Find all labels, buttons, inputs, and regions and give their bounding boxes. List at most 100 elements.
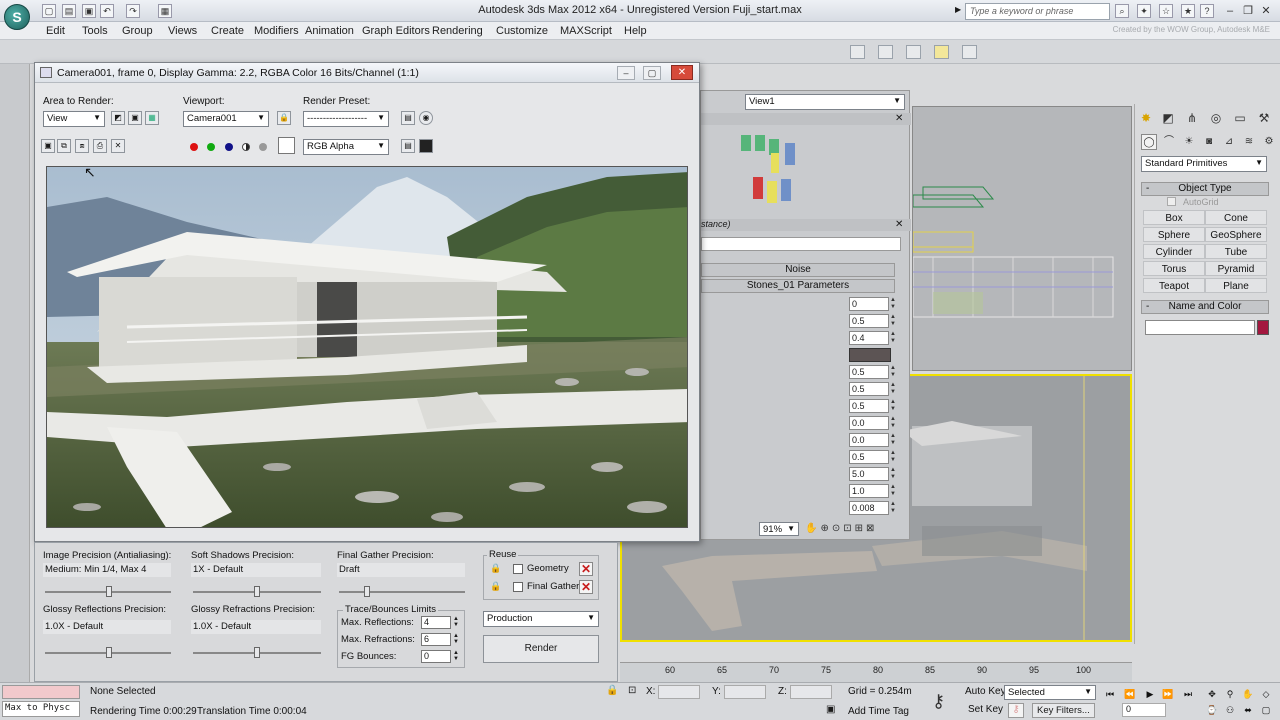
spinner-icon[interactable]: ▲ ▼ [889,433,897,447]
minimize-icon[interactable]: – [617,66,635,80]
menu-rendering[interactable]: Rendering [432,25,483,37]
render-button[interactable]: Render [483,635,599,663]
render-window-titlebar[interactable]: Camera001, frame 0, Display Gamma: 2.2, … [35,63,699,83]
final-gather-slider[interactable] [339,591,465,593]
param-field[interactable]: 0 [849,297,889,311]
shapes-icon[interactable]: ⌒ [1161,134,1177,150]
menu-animation[interactable]: Animation [305,25,354,37]
play-icon[interactable]: ▶ [1142,687,1158,701]
viewport-front[interactable] [912,106,1132,371]
z-coordinate-field[interactable] [790,685,832,699]
time-tag-icon[interactable]: ▣ [826,704,835,715]
key-set-dropdown[interactable]: Selected ▼ [1004,685,1096,700]
param-field[interactable]: 0.4 [849,331,889,345]
utilities-tab-icon[interactable]: ⚒ [1255,108,1273,126]
render-preset-dropdown[interactable]: ------------------- ▼ [303,111,389,127]
spinner-icon[interactable]: ▲ ▼ [889,314,897,328]
navigation-icons[interactable]: ✋⊕⊙⊡⊞⊠ [805,523,877,534]
spinner-icon[interactable]: ▲ ▼ [453,633,459,645]
open-file-icon[interactable]: ▤ [62,4,76,18]
project-folder-icon[interactable]: ▦ [158,4,172,18]
set-key-button[interactable]: Set Key [968,704,1003,715]
key-mode-icon[interactable]: ⚷ [1008,703,1024,718]
pan-icon[interactable]: ✋ [1240,687,1256,701]
maxscript-mini-listener[interactable]: Max to Physc [2,701,80,717]
lock-selection-icon[interactable]: 🔒 [606,685,618,696]
torus-button[interactable]: Torus [1143,261,1205,276]
params-rollout[interactable]: Stones_01 Parameters [701,279,895,293]
menu-customize[interactable]: Customize [496,25,548,37]
lock-icon[interactable]: 🔒 [490,563,501,574]
noise-rollout[interactable]: Noise [701,263,895,277]
param-field[interactable]: 0.5 [849,450,889,464]
mono-icon[interactable] [259,143,267,151]
clear-final-gather-icon[interactable]: ✕ [579,580,593,594]
copy-image-icon[interactable]: ⧉ [57,139,71,153]
param-field[interactable]: 0.0 [849,416,889,430]
modify-tab-icon[interactable]: ◩ [1159,108,1177,126]
new-file-icon[interactable]: ▢ [42,4,56,18]
current-frame-field[interactable]: 0 [1122,703,1166,717]
timeline[interactable]: 60 65 70 75 80 85 90 95 100 [620,662,1132,682]
area-to-render-dropdown[interactable]: View ▼ [43,111,105,127]
minimize-icon[interactable]: – [1222,4,1238,18]
name-field[interactable] [701,237,901,251]
systems-icon[interactable]: ⚙ [1261,134,1277,150]
name-color-rollout[interactable]: - Name and Color [1141,300,1269,314]
help-icon[interactable]: ? [1200,4,1214,18]
auto-region-icon[interactable]: ▣ [128,111,142,125]
menu-group[interactable]: Group [122,25,153,37]
object-name-input[interactable] [1145,320,1255,335]
motion-tab-icon[interactable]: ◎ [1207,108,1225,126]
goto-start-icon[interactable]: ⏮ [1102,687,1118,701]
render-teapot-icon[interactable] [962,45,977,59]
spinner-icon[interactable]: ▲ ▼ [889,331,897,345]
spinner-icon[interactable]: ▲ ▼ [889,484,897,498]
blue-channel-icon[interactable] [225,143,233,151]
goto-end-icon[interactable]: ⏭ [1180,687,1196,701]
spacewarps-icon[interactable]: ≋ [1241,134,1257,150]
spinner-icon[interactable]: ▲ ▼ [453,650,459,662]
maximize-viewport-icon[interactable]: ▢ [1258,703,1274,717]
render-setup-icon[interactable] [934,45,949,59]
alpha-channel-icon[interactable] [242,143,250,151]
lock-icon[interactable]: 🔒 [490,581,501,592]
add-time-tag[interactable]: Add Time Tag [848,706,909,717]
teapot-button[interactable]: Teapot [1143,278,1205,293]
menu-tools[interactable]: Tools [82,25,108,37]
param-field[interactable]: 1.0 [849,484,889,498]
object-color-swatch[interactable] [1257,320,1269,335]
color-swatch[interactable] [278,137,295,154]
auto-select-icon[interactable]: ▦ [145,111,159,125]
param-field[interactable]: 5.0 [849,467,889,481]
object-type-rollout[interactable]: - Object Type [1141,182,1269,196]
toolbar-icon[interactable] [878,45,893,59]
time-config-icon[interactable]: ⌚ [1204,703,1220,717]
geosphere-button[interactable]: GeoSphere [1205,227,1267,242]
orbit-icon[interactable]: ⚲ [1222,687,1238,701]
undo-icon[interactable]: ↶ [100,4,114,18]
plane-button[interactable]: Plane [1205,278,1267,293]
tube-button[interactable]: Tube [1205,244,1267,259]
slider-thumb[interactable] [364,586,370,597]
slider-thumb[interactable] [106,586,112,597]
display-mode-icon[interactable] [419,139,433,153]
close-icon[interactable]: ✕ [671,65,693,80]
spinner-icon[interactable]: ▲ ▼ [889,467,897,481]
edit-region-icon[interactable]: ◩ [111,111,125,125]
rendered-image[interactable] [46,166,688,528]
close-icon[interactable]: ✕ [1258,4,1274,18]
binoculars-icon[interactable]: ⌕ [1115,4,1129,18]
clear-geometry-icon[interactable]: ✕ [579,562,593,576]
subscription-icon[interactable]: ✦ [1137,4,1151,18]
display-tab-icon[interactable]: ▭ [1231,108,1249,126]
spinner-icon[interactable]: ▲ ▼ [889,399,897,413]
menu-maxscript[interactable]: MAXScript [560,25,612,37]
walkthrough-icon[interactable]: ⚇ [1222,703,1238,717]
maximize-icon[interactable]: ▢ [643,66,661,80]
spinner-icon[interactable]: ▲ ▼ [889,365,897,379]
mode-dropdown[interactable]: Production ▼ [483,611,599,627]
viewport-dropdown[interactable]: Camera001 ▼ [183,111,269,127]
final-gather-checkbox[interactable] [513,582,523,592]
key-filters-button[interactable]: Key Filters... [1032,703,1095,718]
